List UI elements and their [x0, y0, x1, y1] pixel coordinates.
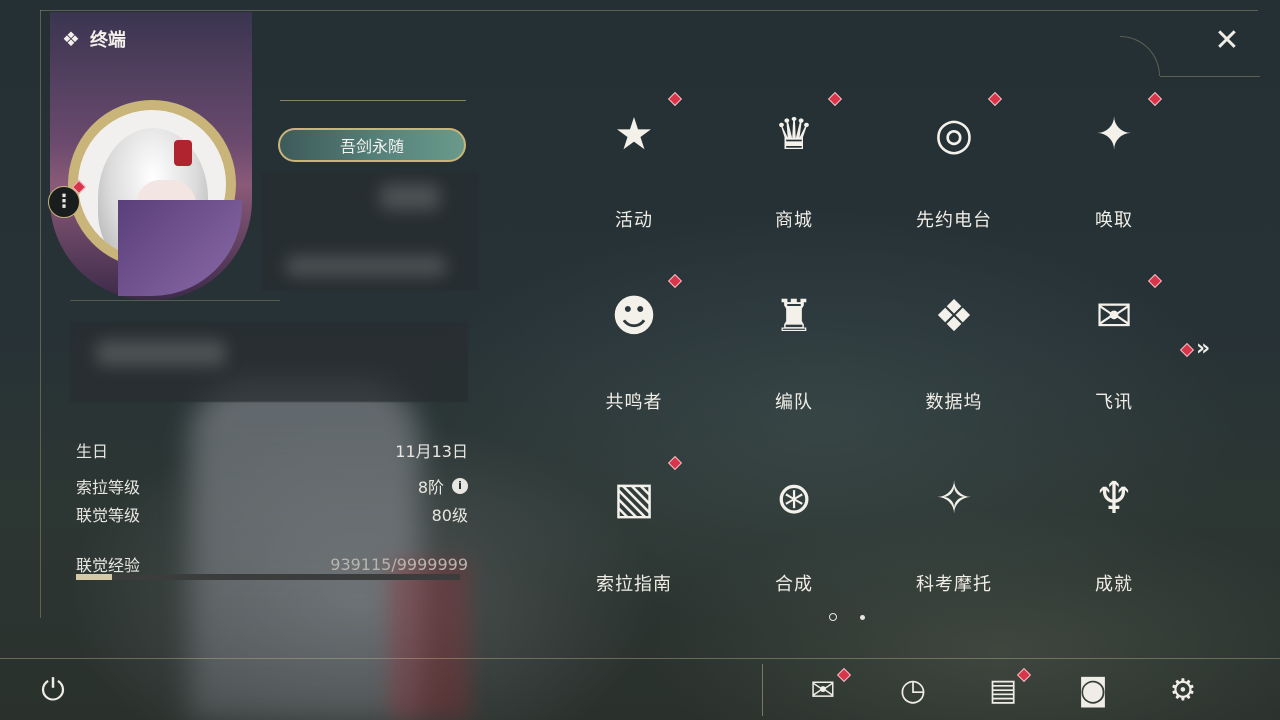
- resonator-head-icon: ☻: [611, 290, 657, 342]
- page-indicator-1[interactable]: [829, 613, 837, 621]
- menu-item-label: 合成: [775, 574, 813, 595]
- menu-item[interactable]: ▧ 索拉指南: [584, 455, 684, 596]
- diamond-cluster-icon: ❖: [62, 27, 80, 51]
- background-character: [190, 380, 420, 720]
- page-title-text: 终端: [89, 30, 126, 51]
- exp-progress-fill: [76, 574, 113, 580]
- motorcycle-icon: ✧: [935, 472, 973, 524]
- blurred-text: [286, 256, 446, 276]
- compass-star-icon: ✦: [1095, 108, 1133, 160]
- menu-item-label: 索拉指南: [596, 574, 672, 595]
- menu-item[interactable]: ⊛ 合成: [744, 456, 844, 596]
- menu-item-label: 数据坞: [925, 392, 983, 413]
- menu-item-label: 唤取: [1095, 210, 1133, 231]
- guide-book-icon: ▧: [613, 472, 655, 524]
- menu-item[interactable]: ♜ 编队: [744, 274, 844, 414]
- camera-icon[interactable]: ◙: [1072, 670, 1114, 712]
- shop-cart-icon: ♛: [774, 108, 814, 160]
- menu-item-label: 科考摩托: [916, 574, 992, 595]
- menu-item[interactable]: ♆ 成就: [1064, 456, 1164, 596]
- menu-item-label: 共鸣者: [605, 392, 663, 413]
- next-page-arrow[interactable]: »: [1196, 336, 1210, 361]
- menu-item[interactable]: ✉ 飞讯: [1064, 273, 1164, 414]
- menu-item-label: 商城: [775, 210, 813, 231]
- player-name-badge[interactable]: 吾剑永随: [278, 128, 466, 162]
- page-indicator-2[interactable]: [860, 615, 865, 620]
- close-icon[interactable]: ✕: [1208, 22, 1246, 60]
- info-row-union-level: 联觉等级 80级: [76, 506, 468, 525]
- menu-item-label: 活动: [615, 210, 653, 231]
- info-row-birthday: 生日 11月13日: [76, 442, 468, 461]
- menu-item[interactable]: ✧ 科考摩托: [904, 456, 1004, 596]
- chess-team-icon: ♜: [774, 290, 814, 342]
- message-bubble-icon: ✉: [1095, 290, 1133, 342]
- power-icon[interactable]: ⏻: [32, 670, 74, 712]
- blurred-text: [96, 340, 226, 366]
- frame-border-top: [40, 10, 1258, 11]
- notification-badge: [667, 455, 683, 471]
- trophy-icon: ♆: [1094, 472, 1134, 524]
- radio-disc-icon: ◎: [934, 108, 974, 160]
- info-row-sola-level: 索拉等级 8阶 i: [76, 474, 468, 498]
- notification-badge: [827, 91, 843, 107]
- bottom-bar-separator: [762, 664, 763, 716]
- menu-item[interactable]: ◎ 先约电台: [904, 91, 1004, 232]
- menu-item[interactable]: ♛ 商城: [744, 91, 844, 232]
- clock-icon[interactable]: ◷: [892, 670, 934, 712]
- menu-item[interactable]: ❖ 数据坞: [904, 274, 1004, 414]
- notification-badge: [667, 91, 683, 107]
- menu-item-label: 编队: [775, 392, 813, 413]
- menu-item-label: 飞讯: [1095, 392, 1133, 413]
- gear-icon[interactable]: ⚙: [1162, 670, 1204, 712]
- notification-badge: [1147, 273, 1163, 289]
- page-title: ❖ 终端: [62, 26, 126, 52]
- notification-badge: [1147, 91, 1163, 107]
- player-name: 吾剑永随: [339, 137, 404, 156]
- synthesis-orbit-icon: ⊛: [775, 472, 813, 524]
- divider: [70, 300, 280, 301]
- divider: [280, 100, 466, 101]
- data-dock-icon: ❖: [934, 290, 974, 342]
- notification-badge: [987, 91, 1003, 107]
- bottom-bar-divider: [0, 658, 1280, 659]
- blurred-text: [380, 184, 440, 210]
- menu-item[interactable]: ☻ 共鸣者: [584, 273, 684, 414]
- frame-border-left: [40, 10, 41, 618]
- info-row-union-exp: 联觉经验 939115/9999999: [76, 554, 468, 576]
- info-icon[interactable]: i: [452, 478, 468, 494]
- background-character-detail: [390, 560, 470, 720]
- menu-item-label: 先约电台: [916, 210, 992, 231]
- exp-progress-bar: [76, 574, 460, 580]
- menu-item[interactable]: ✦ 唤取: [1064, 91, 1164, 232]
- menu-item-label: 成就: [1095, 574, 1133, 595]
- menu-item[interactable]: ★ 活动: [584, 91, 684, 232]
- notification-badge: [667, 273, 683, 289]
- frame-border-right: [1160, 76, 1260, 77]
- event-2hd-icon: ★: [614, 108, 654, 160]
